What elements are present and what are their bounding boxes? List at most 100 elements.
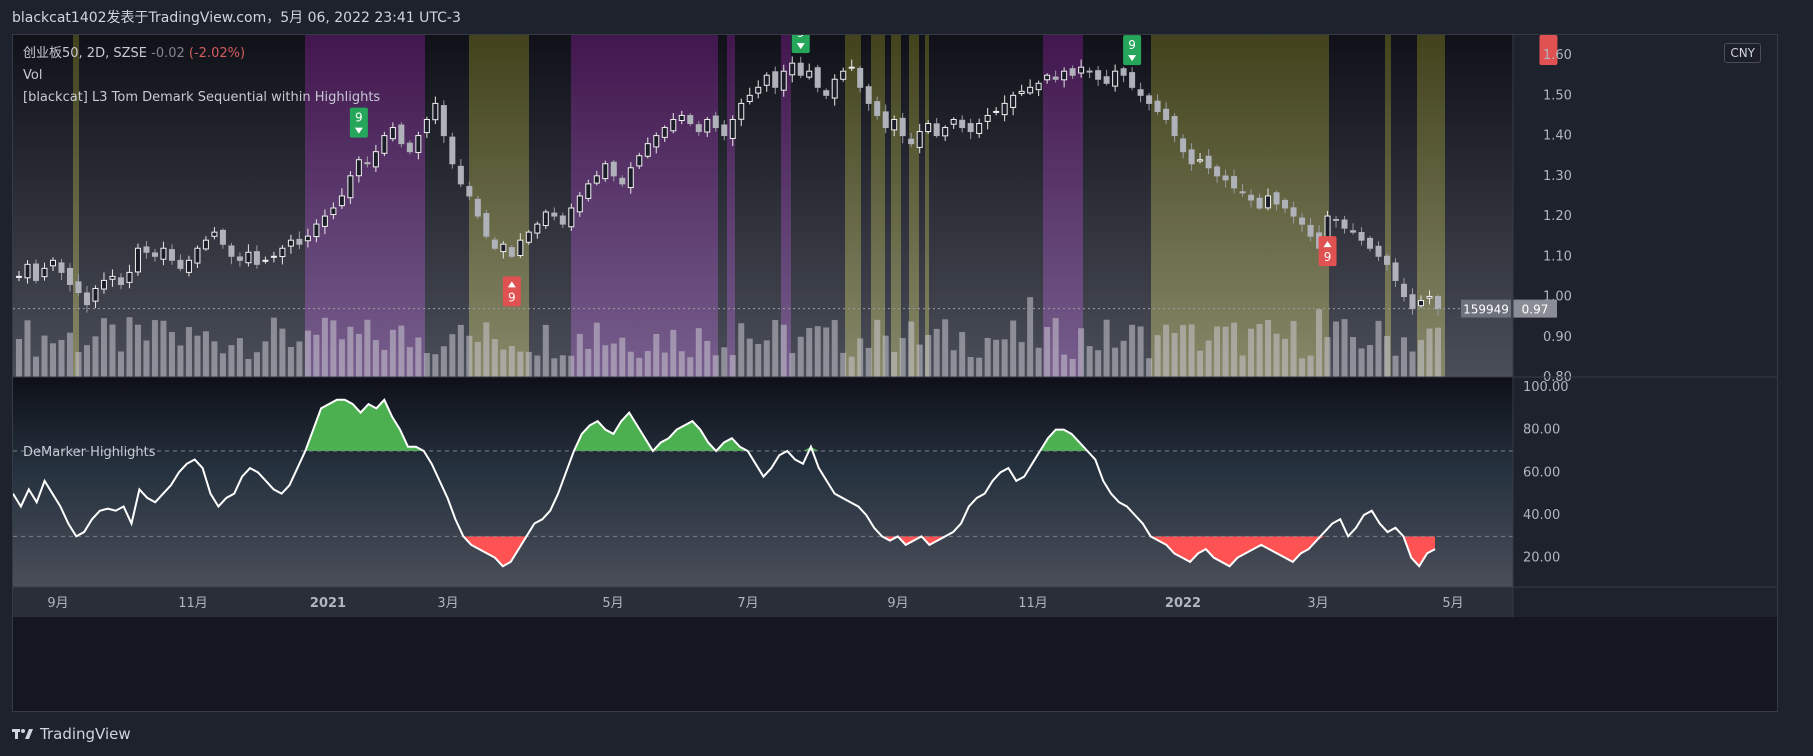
candle-body <box>1290 207 1297 217</box>
time-axis-tick: 5月 <box>1442 596 1463 611</box>
candle-body <box>712 115 719 129</box>
volume-bar <box>1392 355 1399 377</box>
volume-bar <box>1103 319 1110 377</box>
volume-bar <box>916 344 923 377</box>
candle-body <box>942 127 949 137</box>
candle-body <box>1112 70 1119 87</box>
volume-bar <box>457 324 464 377</box>
volume-bar <box>619 337 626 377</box>
candle-body <box>100 279 107 290</box>
candle-body <box>262 259 269 262</box>
candle-body <box>381 135 388 154</box>
candle-body <box>678 114 685 121</box>
price-change-pct: (-2.02%) <box>188 46 246 61</box>
volume-bar <box>925 334 932 377</box>
candle-body <box>1333 218 1340 221</box>
volume-bar <box>1180 325 1187 377</box>
volume-bar <box>92 336 99 377</box>
candle-body <box>432 102 439 121</box>
candle-body <box>279 247 286 258</box>
volume-bar <box>1418 339 1425 377</box>
lower-pane-title[interactable]: DeMarker Highlights <box>23 445 156 460</box>
footer-brand[interactable]: TradingView <box>12 724 131 744</box>
candle-body <box>1384 255 1391 265</box>
indicator-legend-label[interactable]: [blackcat] L3 Tom Demark Sequential with… <box>23 87 380 109</box>
volume-bar <box>398 325 405 377</box>
symbol-label[interactable]: 创业板50, 2D, SZSE <box>23 46 147 61</box>
chart-frame[interactable]: 9999991.601.501.401.301.201.101.000.900.… <box>12 34 1778 712</box>
price-axis-tick: 0.90 <box>1543 330 1572 345</box>
candle-body <box>1188 149 1195 165</box>
candle-body <box>1035 82 1042 91</box>
volume-bar <box>236 338 243 377</box>
volume-bar <box>126 317 133 377</box>
price-axis-background <box>1513 35 1777 617</box>
volume-bar <box>287 347 294 377</box>
volume-bar <box>474 342 481 377</box>
volume-bar <box>1239 355 1246 377</box>
volume-bar <box>1299 358 1306 377</box>
candle-body <box>389 127 396 140</box>
volume-bar <box>1163 324 1170 377</box>
volume-bar <box>338 339 345 377</box>
candle-body <box>1061 70 1068 81</box>
volume-bar <box>576 333 583 377</box>
candle-body <box>559 215 566 225</box>
candle-body <box>1052 76 1059 80</box>
candle-body <box>372 151 379 168</box>
candle-body <box>313 223 320 238</box>
chart-canvas[interactable]: 9999991.601.501.401.301.201.101.000.900.… <box>13 35 1778 712</box>
candle-body <box>1214 166 1221 177</box>
bear-signal-text: 9 <box>508 290 516 304</box>
candle-body <box>602 163 609 180</box>
candle-body <box>525 231 532 243</box>
price-axis-tick: 1.40 <box>1543 129 1572 144</box>
volume-bar <box>1205 340 1212 377</box>
candle-body <box>423 118 430 134</box>
demarker-axis-tick: 20.00 <box>1523 551 1560 566</box>
candle-body <box>857 67 864 88</box>
volume-bar <box>755 343 762 377</box>
candle-body <box>916 131 923 148</box>
candle-body <box>1018 90 1025 94</box>
candle-body <box>32 263 39 281</box>
candle-body <box>49 259 56 267</box>
candle-body <box>984 114 991 122</box>
volume-bar <box>1171 332 1178 377</box>
candle-body <box>245 251 252 264</box>
candle-body <box>950 118 957 125</box>
volume-bar <box>228 345 235 377</box>
volume-bar <box>1129 324 1136 377</box>
candle-body <box>1350 230 1357 233</box>
volume-bar <box>1214 326 1221 377</box>
volume-bar <box>500 349 507 377</box>
volume-bar <box>653 334 660 377</box>
volume-bar <box>840 352 847 377</box>
demarker-axis-tick: 100.00 <box>1523 380 1569 395</box>
candle-body <box>1367 237 1374 249</box>
currency-badge[interactable]: CNY <box>1724 43 1761 63</box>
olive-highlight-band <box>1385 35 1391 377</box>
candle-body <box>746 94 753 102</box>
volume-bar <box>1401 337 1408 377</box>
volume-bar <box>993 339 1000 377</box>
volume-bar <box>551 358 558 377</box>
volume-legend-label[interactable]: Vol <box>23 65 380 87</box>
candle-body <box>1265 195 1272 209</box>
bull-signal-text: 9 <box>355 111 363 125</box>
candle-body <box>925 123 932 133</box>
volume-bar <box>449 334 456 377</box>
volume-bar <box>279 328 286 377</box>
candle-body <box>593 175 600 184</box>
volume-bar <box>1188 324 1195 377</box>
candle-body <box>789 62 796 76</box>
volume-bar <box>100 318 107 377</box>
volume-bar <box>865 347 872 377</box>
candle-body <box>661 127 668 138</box>
bull-signal-text: 9 <box>797 35 805 40</box>
volume-bar <box>670 329 677 377</box>
candle-body <box>236 256 243 261</box>
chart-title-bar: blackcat1402发表于TradingView.com，5月 06, 20… <box>0 0 1813 34</box>
candle-body <box>1180 138 1187 153</box>
candle-body <box>1120 68 1127 76</box>
